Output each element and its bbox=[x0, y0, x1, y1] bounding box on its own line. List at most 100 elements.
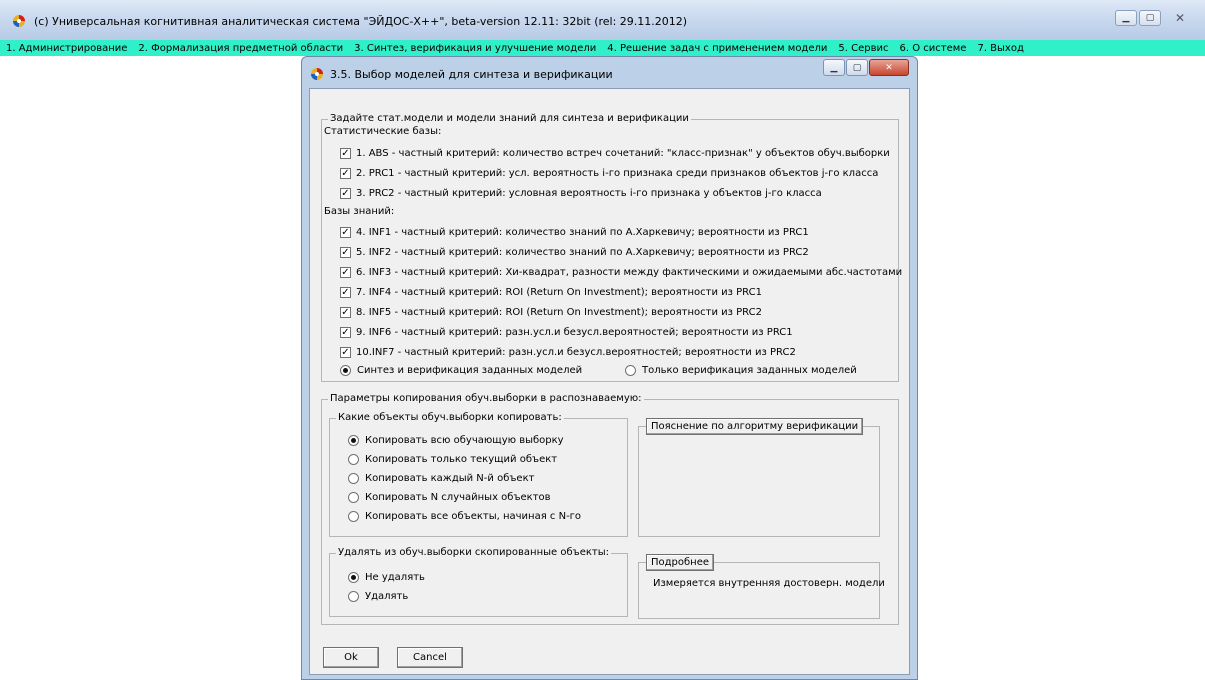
model-checkbox-inf6[interactable]: ✓ 9. INF6 - частный критерий: разн.усл.и… bbox=[340, 327, 793, 338]
copy-params-group: Параметры копирования обуч.выборки в рас… bbox=[321, 393, 899, 625]
radio-label: Удалять bbox=[365, 591, 409, 602]
checkbox-label: 4. INF1 - частный критерий: количество з… bbox=[356, 227, 809, 238]
explain-button-label: Пояснение по алгоритму верификации bbox=[651, 421, 859, 432]
model-checkbox-inf2[interactable]: ✓ 5. INF2 - частный критерий: количество… bbox=[340, 247, 809, 258]
models-group-legend: Задайте стат.модели и модели знаний для … bbox=[328, 113, 691, 124]
details-text: Измеряется внутренняя достоверн. модели bbox=[653, 578, 885, 589]
menu-item-synthesis[interactable]: 3. Синтез, верификация и улучшение модел… bbox=[354, 43, 596, 54]
minimize-icon: ▁ bbox=[830, 62, 838, 73]
which-objects-group: Какие объекты обуч.выборки копировать: К… bbox=[329, 412, 628, 537]
model-checkbox-abs[interactable]: ✓ 1. ABS - частный критерий: количество … bbox=[340, 148, 890, 159]
checkbox-box[interactable]: ✓ bbox=[340, 227, 351, 238]
radio-button[interactable] bbox=[625, 365, 636, 376]
cancel-button-label: Cancel bbox=[413, 652, 447, 663]
radio-label: Не удалять bbox=[365, 572, 425, 583]
explain-verification-button[interactable]: Пояснение по алгоритму верификации bbox=[646, 418, 864, 435]
main-title-bar: (c) Универсальная когнитивная аналитичес… bbox=[0, 0, 1205, 40]
checkbox-label: 5. INF2 - частный критерий: количество з… bbox=[356, 247, 809, 258]
model-checkbox-inf5[interactable]: ✓ 8. INF5 - частный критерий: ROI (Retur… bbox=[340, 307, 762, 318]
close-button[interactable]: ✕ bbox=[1163, 10, 1197, 26]
menu-item-about[interactable]: 6. О системе bbox=[900, 43, 967, 54]
model-checkbox-inf3[interactable]: ✓ 6. INF3 - частный критерий: Хи-квадрат… bbox=[340, 267, 902, 278]
radio-button[interactable] bbox=[348, 572, 359, 583]
dialog-close-button[interactable]: ✕ bbox=[869, 59, 909, 76]
verification-explain-panel: Пояснение по алгоритму верификации bbox=[638, 418, 880, 537]
delete-radio-no[interactable]: Не удалять bbox=[348, 572, 425, 583]
checkbox-box[interactable]: ✓ bbox=[340, 267, 351, 278]
dialog-title: 3.5. Выбор моделей для синтеза и верифик… bbox=[330, 68, 613, 81]
checkbox-box[interactable]: ✓ bbox=[340, 347, 351, 358]
radio-button[interactable] bbox=[348, 511, 359, 522]
delete-radio-yes[interactable]: Удалять bbox=[348, 591, 408, 602]
model-checkbox-inf1[interactable]: ✓ 4. INF1 - частный критерий: количество… bbox=[340, 227, 809, 238]
which-objects-legend: Какие объекты обуч.выборки копировать: bbox=[336, 412, 564, 423]
minimize-button[interactable]: ▁ bbox=[1115, 10, 1137, 26]
menu-item-admin[interactable]: 1. Администрирование bbox=[6, 43, 127, 54]
copy-radio-n-random[interactable]: Копировать N случайных объектов bbox=[348, 492, 551, 503]
close-icon: ✕ bbox=[1174, 11, 1186, 25]
model-checkbox-prc2[interactable]: ✓ 3. PRC2 - частный критерий: условная в… bbox=[340, 188, 822, 199]
model-checkbox-prc1[interactable]: ✓ 2. PRC1 - частный критерий: усл. вероя… bbox=[340, 168, 878, 179]
radio-label: Копировать всю обучающую выборку bbox=[365, 435, 564, 446]
menu-bar: 1. Администрирование 2. Формализация пре… bbox=[0, 40, 1205, 56]
dialog-minimize-button[interactable]: ▁ bbox=[823, 59, 845, 76]
copy-radio-current[interactable]: Копировать только текущий объект bbox=[348, 454, 557, 465]
radio-button[interactable] bbox=[348, 591, 359, 602]
app-logo-icon bbox=[13, 15, 25, 27]
menu-item-service[interactable]: 5. Сервис bbox=[838, 43, 888, 54]
checkbox-label: 6. INF3 - частный критерий: Хи-квадрат, … bbox=[356, 267, 903, 278]
radio-label: Копировать N случайных объектов bbox=[365, 492, 551, 503]
menu-item-solve[interactable]: 4. Решение задач с применением модели bbox=[607, 43, 827, 54]
checkbox-box[interactable]: ✓ bbox=[340, 148, 351, 159]
stat-bases-label: Статистические базы: bbox=[324, 126, 442, 137]
knowledge-bases-label: Базы знаний: bbox=[324, 206, 395, 217]
checkbox-box[interactable]: ✓ bbox=[340, 247, 351, 258]
mode-radio-verify[interactable]: Только верификация заданных моделей bbox=[625, 365, 857, 376]
checkbox-label: 10.INF7 - частный критерий: разн.усл.и б… bbox=[356, 347, 796, 358]
radio-label: Только верификация заданных моделей bbox=[642, 365, 857, 376]
menu-item-formalization[interactable]: 2. Формализация предметной области bbox=[138, 43, 343, 54]
radio-button[interactable] bbox=[348, 454, 359, 465]
copy-radio-from-n[interactable]: Копировать все объекты, начиная с N-го bbox=[348, 511, 581, 522]
details-button[interactable]: Подробнее bbox=[646, 554, 715, 571]
model-checkbox-inf4[interactable]: ✓ 7. INF4 - частный критерий: ROI (Retur… bbox=[340, 287, 762, 298]
copy-radio-every-n[interactable]: Копировать каждый N-й объект bbox=[348, 473, 534, 484]
radio-label: Копировать только текущий объект bbox=[365, 454, 558, 465]
radio-button[interactable] bbox=[340, 365, 351, 376]
maximize-button[interactable]: ▢ bbox=[1139, 10, 1161, 26]
dialog-title-bar[interactable]: 3.5. Выбор моделей для синтеза и верифик… bbox=[302, 57, 917, 87]
checkbox-label: 3. PRC2 - частный критерий: условная вер… bbox=[356, 188, 822, 199]
cancel-button[interactable]: Cancel bbox=[397, 647, 463, 668]
radio-button[interactable] bbox=[348, 435, 359, 446]
radio-label: Синтез и верификация заданных моделей bbox=[357, 365, 583, 376]
ok-button-label: Ok bbox=[344, 652, 358, 663]
dialog-maximize-button[interactable]: ▢ bbox=[846, 59, 868, 76]
checkbox-box[interactable]: ✓ bbox=[340, 327, 351, 338]
maximize-icon: ▢ bbox=[1145, 13, 1155, 23]
radio-button[interactable] bbox=[348, 473, 359, 484]
checkbox-box[interactable]: ✓ bbox=[340, 168, 351, 179]
delete-objects-legend: Удалять из обуч.выборки скопированные об… bbox=[336, 547, 611, 558]
delete-objects-group: Удалять из обуч.выборки скопированные об… bbox=[329, 547, 628, 617]
window-title: (c) Универсальная когнитивная аналитичес… bbox=[34, 15, 688, 28]
dialog-app-icon bbox=[311, 68, 323, 80]
dialog-client-area: Задайте стат.модели и модели знаний для … bbox=[309, 88, 910, 675]
model-checkbox-inf7[interactable]: ✓ 10.INF7 - частный критерий: разн.усл.и… bbox=[340, 347, 796, 358]
checkbox-label: 9. INF6 - частный критерий: разн.усл.и б… bbox=[356, 327, 793, 338]
checkbox-box[interactable]: ✓ bbox=[340, 307, 351, 318]
mode-radio-synth[interactable]: Синтез и верификация заданных моделей bbox=[340, 365, 582, 376]
copy-radio-all[interactable]: Копировать всю обучающую выборку bbox=[348, 435, 564, 446]
radio-label: Копировать все объекты, начиная с N-го bbox=[365, 511, 582, 522]
menu-item-exit[interactable]: 7. Выход bbox=[977, 43, 1023, 54]
checkbox-label: 8. INF5 - частный критерий: ROI (Return … bbox=[356, 307, 762, 318]
minimize-icon: ▁ bbox=[1122, 13, 1130, 23]
radio-label: Копировать каждый N-й объект bbox=[365, 473, 535, 484]
checkbox-box[interactable]: ✓ bbox=[340, 287, 351, 298]
ok-button[interactable]: Ok bbox=[323, 647, 379, 668]
checkbox-label: 2. PRC1 - частный критерий: усл. вероятн… bbox=[356, 168, 879, 179]
copy-params-legend: Параметры копирования обуч.выборки в рас… bbox=[328, 393, 644, 404]
checkbox-box[interactable]: ✓ bbox=[340, 188, 351, 199]
radio-button[interactable] bbox=[348, 492, 359, 503]
checkbox-label: 7. INF4 - частный критерий: ROI (Return … bbox=[356, 287, 762, 298]
details-button-label: Подробнее bbox=[651, 557, 710, 568]
